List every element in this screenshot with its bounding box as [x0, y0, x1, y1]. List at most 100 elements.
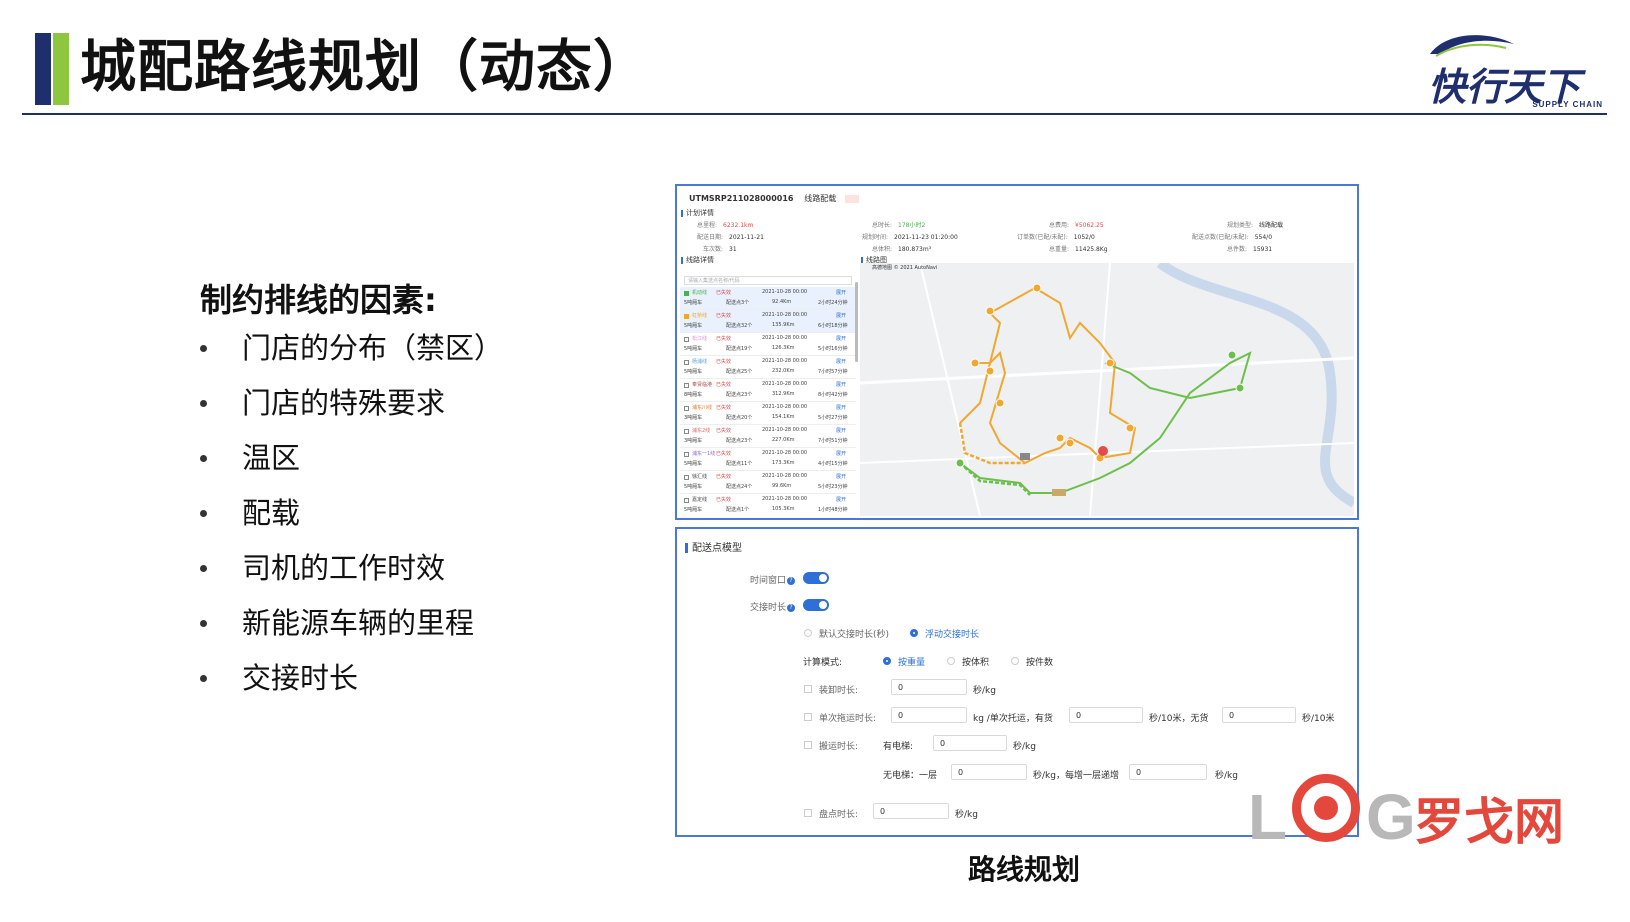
- expand-link[interactable]: 展开: [836, 473, 846, 480]
- mode-volume-radio[interactable]: [947, 657, 955, 665]
- no-elevator-input-2[interactable]: 0: [1129, 764, 1207, 780]
- drag-checkbox[interactable]: [804, 713, 812, 721]
- route-list: 请输入集送点名称/代码 机动线 已失效 2021-10-28 00:00 展开 5吨厢…: [680, 276, 858, 516]
- company-logo: 快行天下 SUPPLY CHAIN: [1428, 30, 1603, 109]
- header-divider: [22, 113, 1607, 115]
- route-map[interactable]: 高德地图 © 2021 AutoNavi: [860, 263, 1354, 516]
- bullet-icon: [200, 400, 207, 407]
- toggle-knob: [819, 574, 827, 582]
- watermark-letter-g: G: [1366, 781, 1416, 853]
- drag-input[interactable]: 0: [891, 707, 967, 723]
- factor-item: 新能源车辆的里程: [200, 603, 503, 658]
- count-checkbox[interactable]: [804, 809, 812, 817]
- route-checkbox[interactable]: [684, 337, 689, 342]
- info-vehicles: 车次数: 31: [703, 246, 737, 253]
- expand-link[interactable]: 展开: [836, 289, 846, 296]
- route-item[interactable]: 松江线 已失效 2021-10-28 00:00 展开 5吨厢车 配送点19个 126.3…: [680, 333, 856, 356]
- expand-link[interactable]: 展开: [836, 335, 846, 342]
- expand-link[interactable]: 展开: [836, 404, 846, 411]
- route-checkbox[interactable]: [684, 429, 689, 434]
- no-elevator-label: 无电梯：一层: [883, 771, 938, 781]
- drag-input-3[interactable]: 0: [1222, 707, 1296, 723]
- unload-input[interactable]: 0: [891, 679, 967, 695]
- route-item[interactable]: 奉贤临港 已失效 2021-10-28 00:00 展开 8吨厢车 配送点23个 312.…: [680, 379, 856, 402]
- drag-label: 单次拖运时长:: [819, 714, 877, 724]
- handover-label: 交接时长?: [750, 600, 796, 613]
- time-window-toggle[interactable]: [803, 572, 829, 584]
- no-elevator-input[interactable]: 0: [951, 764, 1027, 780]
- help-icon[interactable]: ?: [787, 603, 796, 612]
- factor-item: 司机的工作时效: [200, 548, 503, 603]
- help-icon[interactable]: ?: [787, 576, 796, 585]
- route-item[interactable]: 浦东川线 已失效 2021-10-28 00:00 展开 3吨厢车 配送点20个 154.…: [680, 402, 856, 425]
- bullet-icon: [200, 565, 207, 572]
- route-checkbox[interactable]: [684, 498, 689, 503]
- mode-pieces-label: 按件数: [1026, 658, 1054, 668]
- watermark-target-icon: [1292, 774, 1360, 842]
- route-item[interactable]: 浦东2线 已失效 2021-10-28 00:00 展开 3吨厢车 配送点23个 227.…: [680, 425, 856, 448]
- floating-handover-radio[interactable]: [910, 629, 918, 637]
- route-item[interactable]: 杨浦线 已失效 2021-10-28 00:00 展开 5吨厢车 配送点25个 232.0…: [680, 356, 856, 379]
- route-item[interactable]: 虹桥线 已失效 2021-10-28 00:00 展开 5吨厢车 配送点32个 135.9…: [680, 310, 856, 333]
- info-total-duration: 总时长: 178小时2: [872, 222, 926, 229]
- route-checkbox[interactable]: [684, 383, 689, 388]
- info-plan-type: 规划类型: 线路配载: [1227, 222, 1284, 229]
- bullet-icon: [200, 510, 207, 517]
- expand-link[interactable]: 展开: [836, 312, 846, 319]
- route-checkbox[interactable]: [684, 314, 689, 319]
- drag-input-2[interactable]: 0: [1069, 707, 1143, 723]
- unload-checkbox[interactable]: [804, 685, 812, 693]
- route-checkbox[interactable]: [684, 291, 689, 296]
- expand-link[interactable]: 展开: [836, 496, 846, 503]
- factor-item: 交接时长: [200, 658, 503, 713]
- plan-info-grid: 总里程: 6232.1km 总时长: 178小时2 总费用: ¥5062.25 规划类…: [697, 220, 1342, 256]
- count-unit: 秒/kg: [955, 810, 978, 820]
- expand-link[interactable]: 展开: [836, 427, 846, 434]
- count-label: 盘点时长:: [819, 810, 859, 820]
- section-plan-details: 计划详情: [681, 208, 714, 218]
- default-handover-radio[interactable]: [804, 629, 812, 637]
- mode-weight-radio[interactable]: [883, 657, 891, 665]
- title-accent-navy: [35, 33, 51, 105]
- plan-id: UTMSRP211028000016: [689, 194, 794, 203]
- info-pieces: 总件数: 15931: [1227, 246, 1273, 253]
- route-plan-panel: UTMSRP211028000016 线路配载 计划详情 总里程: 6232.1k…: [675, 184, 1359, 520]
- floating-handover-label: 浮动交接时长: [925, 630, 980, 640]
- factors-heading: 制约排线的因素:: [200, 281, 437, 319]
- mode-volume-label: 按体积: [962, 658, 990, 668]
- elevator-label: 有电梯:: [883, 742, 914, 752]
- bullet-icon: [200, 455, 207, 462]
- plan-type-label: 线路配载: [804, 194, 837, 203]
- section-route-details: 线路详情: [681, 255, 714, 265]
- unload-label: 装卸时长:: [819, 686, 859, 696]
- route-checkbox[interactable]: [684, 360, 689, 365]
- factor-item: 温区: [200, 438, 503, 493]
- route-checkbox[interactable]: [684, 406, 689, 411]
- expand-link[interactable]: 展开: [836, 381, 846, 388]
- no-elevator-unit-2: 秒/kg: [1215, 771, 1238, 781]
- carry-checkbox[interactable]: [804, 741, 812, 749]
- bullet-icon: [200, 620, 207, 627]
- map-credit: 高德地图 © 2021 AutoNavi: [872, 265, 938, 271]
- info-delivery-date: 配送日期: 2021-11-21: [697, 234, 764, 241]
- route-search-input[interactable]: 请输入集送点名称/代码: [684, 276, 852, 285]
- route-item[interactable]: 机动线 已失效 2021-10-28 00:00 展开 5吨厢车 配送点3个 92.4Km…: [680, 287, 856, 310]
- route-item[interactable]: 浦东一1线 已失效 2021-10-28 00:00 展开 5吨厢车 配送点11个 173…: [680, 448, 856, 471]
- info-points: 配送点数(已配/未配): 554/0: [1192, 234, 1273, 241]
- handover-toggle[interactable]: [803, 599, 829, 611]
- count-input[interactable]: 0: [873, 803, 949, 819]
- route-checkbox[interactable]: [684, 452, 689, 457]
- title-accent-green: [53, 33, 69, 105]
- plan-header: UTMSRP211028000016 线路配载: [689, 193, 860, 204]
- route-list-scrollbar[interactable]: [855, 282, 858, 362]
- route-item[interactable]: 徐汇线 已失效 2021-10-28 00:00 展开 5吨厢车 配送点24个 99.6K…: [680, 471, 856, 494]
- map-canvas: [860, 263, 1354, 516]
- info-volume: 总体积: 180.873m³: [872, 246, 932, 253]
- elevator-input[interactable]: 0: [933, 735, 1007, 751]
- expand-link[interactable]: 展开: [836, 450, 846, 457]
- mode-pieces-radio[interactable]: [1011, 657, 1019, 665]
- route-item[interactable]: 嘉定线 已失效 2021-10-28 00:00 展开 5吨厢车 配送点1个 105.3K…: [680, 494, 856, 516]
- expand-link[interactable]: 展开: [836, 358, 846, 365]
- factor-list: 门店的分布（禁区） 门店的特殊要求 温区 配载 司机的工作时效 新能源车辆的里程…: [200, 328, 503, 713]
- route-checkbox[interactable]: [684, 475, 689, 480]
